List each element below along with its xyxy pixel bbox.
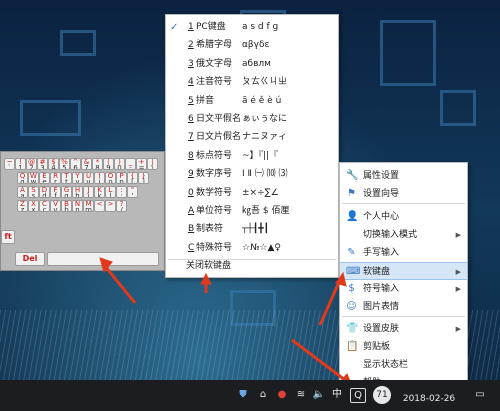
notification-badge[interactable]: 71 (373, 386, 391, 404)
taskbar: ⛊ ⌂ ● ≋ 🔈 中 Q 71 2018-02-26 ▭ (0, 380, 500, 411)
app-tray-icon[interactable]: ● (275, 387, 289, 403)
arrow-head (99, 257, 113, 274)
arrow-to-softkbd-item (318, 279, 342, 326)
clock-date[interactable]: 2018-02-26 (396, 391, 462, 407)
ime-mode-label[interactable]: 中 (330, 387, 344, 403)
ime-icon[interactable]: Q (350, 388, 366, 403)
annotation-arrows (99, 257, 353, 387)
wifi-icon[interactable]: ≋ (294, 387, 308, 403)
arrow-to-keyboard (102, 264, 137, 304)
arrow-head (200, 272, 212, 285)
action-center-icon[interactable]: ▭ (472, 387, 488, 403)
network-icon[interactable]: ⌂ (256, 387, 270, 403)
arrow-to-ime-icon (291, 338, 346, 382)
shield-icon[interactable]: ⛊ (236, 387, 250, 403)
volume-icon[interactable]: 🔈 (312, 387, 326, 403)
